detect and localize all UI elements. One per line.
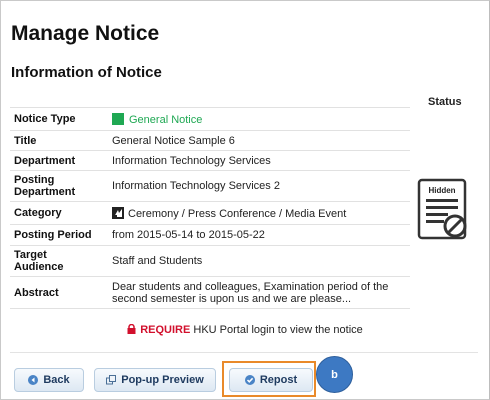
notice-info-table: Notice Type General Notice Title General… — [10, 107, 410, 309]
page-title: Manage Notice — [11, 22, 160, 45]
repost-highlight-box — [222, 361, 316, 397]
row-label: Posting Department — [10, 170, 102, 202]
arrow-left-icon — [28, 375, 39, 385]
row-value: General Notice — [102, 107, 410, 131]
table-row: Department Information Technology Servic… — [10, 150, 410, 171]
divider — [10, 352, 478, 353]
login-requirement-notice: REQUIRE HKU Portal login to view the not… — [0, 324, 490, 336]
status-label: Hidden — [428, 186, 455, 195]
posting-period-value: from 2015-05-14 to 2015-05-22 — [102, 224, 410, 246]
notice-type-value: General Notice — [129, 113, 203, 126]
posting-department-value: Information Technology Services 2 — [102, 170, 410, 202]
require-label: REQUIRE — [140, 324, 191, 336]
popup-preview-button[interactable]: Pop-up Preview — [94, 368, 216, 392]
press-conference-icon — [112, 206, 124, 219]
popup-window-icon — [106, 375, 117, 385]
section-title: Information of Notice — [11, 64, 162, 81]
department-value: Information Technology Services — [102, 150, 410, 171]
status-header: Status — [428, 96, 462, 108]
require-text: HKU Portal login to view the notice — [193, 324, 363, 336]
table-row: Abstract Dear students and colleagues, E… — [10, 276, 410, 309]
hidden-document-icon: Hidden — [417, 178, 467, 240]
row-label: Posting Period — [10, 224, 102, 246]
table-row: Posting Department Information Technolog… — [10, 170, 410, 202]
row-label: Category — [10, 201, 102, 225]
row-label: Notice Type — [10, 107, 102, 131]
popup-preview-button-label: Pop-up Preview — [121, 374, 204, 386]
abstract-value: Dear students and colleagues, Examinatio… — [102, 276, 410, 309]
annotation-badge: b — [316, 356, 353, 393]
back-button[interactable]: Back — [14, 368, 84, 392]
target-audience-value: Staff and Students — [102, 245, 410, 277]
table-row: Category Ceremony / Press Conference / M… — [10, 201, 410, 225]
row-label: Title — [10, 130, 102, 151]
table-row: Target Audience Staff and Students — [10, 245, 410, 277]
lock-icon — [127, 324, 136, 334]
table-row: Notice Type General Notice — [10, 107, 410, 131]
back-button-label: Back — [43, 374, 70, 386]
row-label: Abstract — [10, 276, 102, 309]
row-label: Department — [10, 150, 102, 171]
title-value: General Notice Sample 6 — [102, 130, 410, 151]
row-value: Ceremony / Press Conference / Media Even… — [102, 201, 410, 225]
table-row: Title General Notice Sample 6 — [10, 130, 410, 151]
table-row: Posting Period from 2015-05-14 to 2015-0… — [10, 224, 410, 246]
row-label: Target Audience — [10, 245, 102, 277]
category-value: Ceremony / Press Conference / Media Even… — [128, 207, 347, 220]
general-notice-color-icon — [112, 112, 124, 125]
